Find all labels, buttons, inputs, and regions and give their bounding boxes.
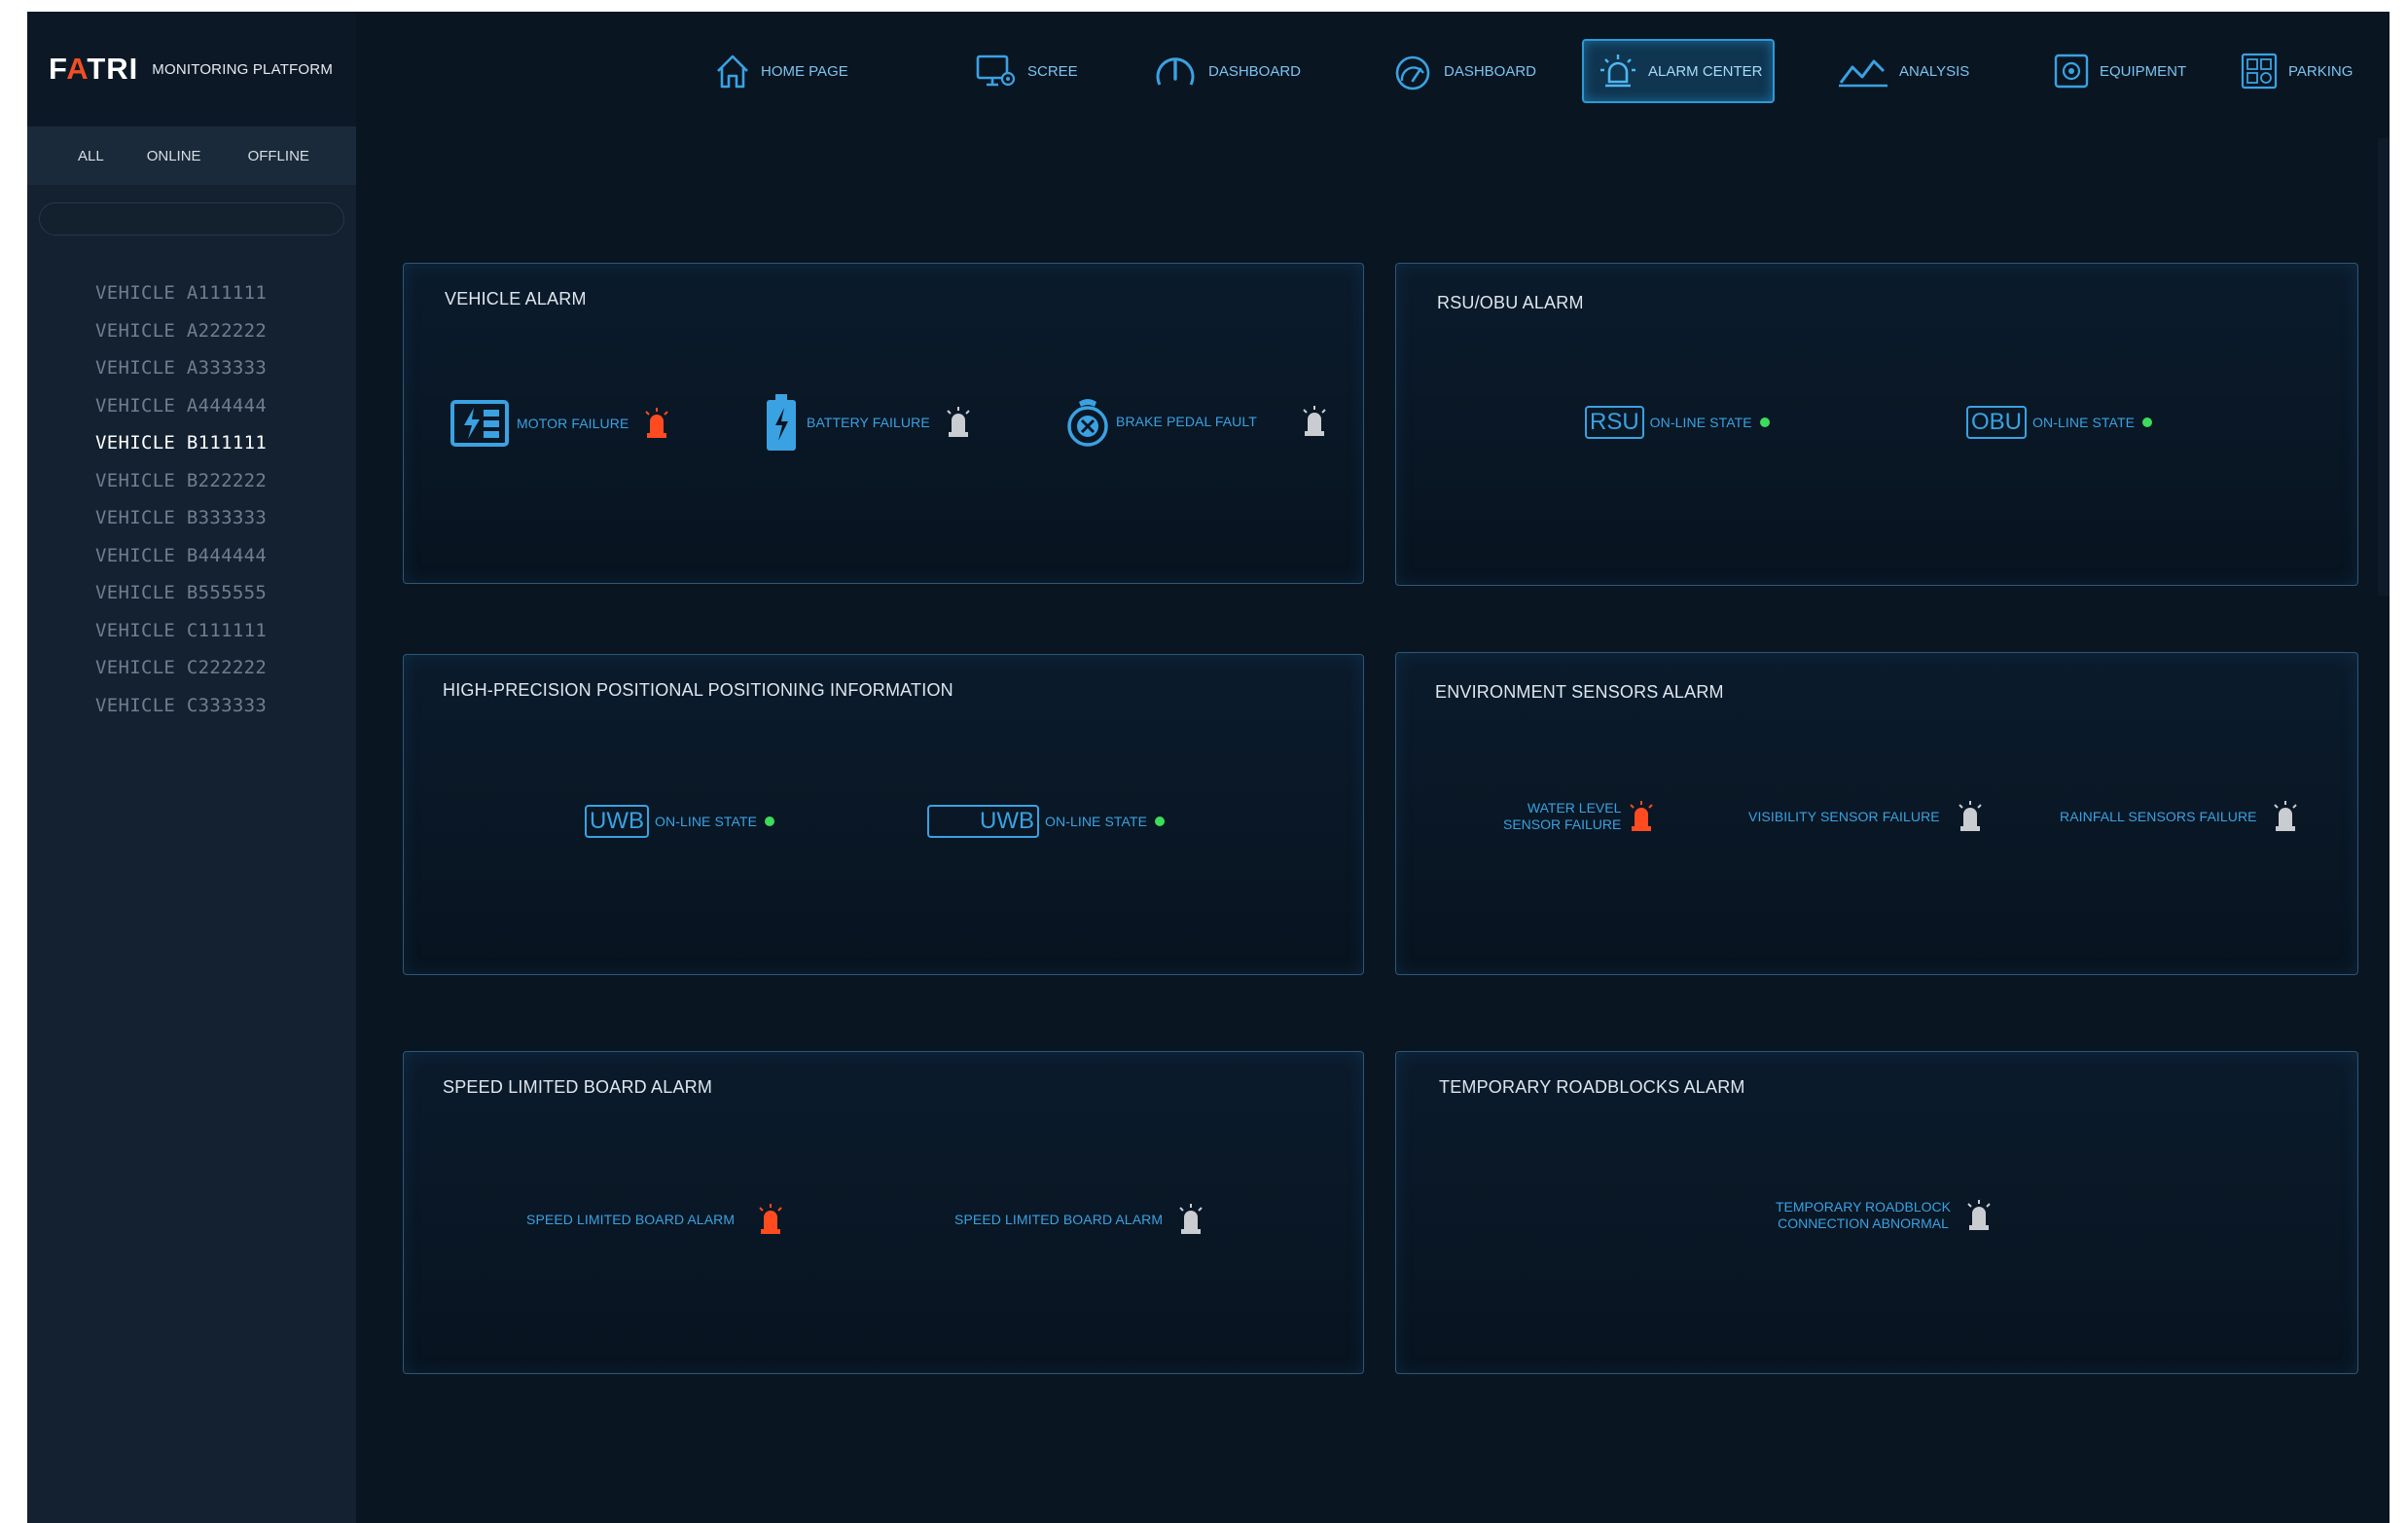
scrollbar[interactable]: [2378, 138, 2390, 596]
alarm-item-visibility: VISIBILITY SENSOR FAILURE: [1748, 799, 1985, 834]
app-window: FATRI MONITORING PLATFORM ALL ONLINE OFF…: [27, 12, 2390, 1523]
vehicle-list-item[interactable]: VEHICLE A222222: [95, 312, 267, 350]
vehicle-list-item[interactable]: VEHICLE A111111: [95, 274, 267, 312]
vehicle-list: VEHICLE A111111 VEHICLE A222222 VEHICLE …: [95, 274, 267, 724]
status-label: ON-LINE STATE: [1649, 415, 1752, 430]
alarm-label: RAINFALL SENSORS FAILURE: [2060, 809, 2257, 824]
alarm-label: TEMPORARY ROADBLOCK CONNECTION ABNORMAL: [1776, 1199, 1951, 1231]
brake-icon: [1067, 399, 1108, 447]
alarm-label: SPEED LIMITED BOARD ALARM: [526, 1212, 736, 1227]
rsu-obu-alarm-panel: RSU/OBU ALARM RSU ON-LINE STATE OBU ON-L…: [1395, 263, 2358, 586]
vehicle-list-item[interactable]: VEHICLE C222222: [95, 649, 267, 687]
top-navigation: HOME PAGE SCREE DASHBOARD DASHBOARD ALAR…: [356, 12, 2390, 127]
brand-header: FATRI MONITORING PLATFORM: [27, 12, 356, 127]
monitor-icon: [976, 54, 1016, 87]
environment-sensors-panel: ENVIRONMENT SENSORS ALARM WATER LEVEL SEN…: [1395, 652, 2358, 975]
nav-analysis[interactable]: ANALYSIS: [1837, 39, 1969, 103]
online-status-dot: [765, 816, 775, 826]
alarm-item-rainfall: RAINFALL SENSORS FAILURE: [2060, 799, 2300, 834]
nav-scree[interactable]: SCREE: [975, 39, 1078, 103]
temporary-roadblocks-panel: TEMPORARY ROADBLOCKS ALARM TEMPORARY ROA…: [1395, 1051, 2358, 1374]
vehicle-list-item[interactable]: VEHICLE C111111: [95, 612, 267, 650]
uwb-badge: UWB: [927, 805, 1039, 838]
positioning-info-panel: HIGH-PRECISION POSITIONAL POSITIONING IN…: [403, 654, 1364, 975]
vehicle-list-item[interactable]: VEHICLE A333333: [95, 349, 267, 387]
alarm-siren-idle-icon: [1967, 1200, 1991, 1230]
alarm-siren-idle-icon: [947, 407, 970, 437]
speed-limited-board-panel: SPEED LIMITED BOARD ALARM SPEED LIMITED …: [403, 1051, 1364, 1374]
speedometer-icon: [1395, 55, 1430, 91]
platform-name: MONITORING PLATFORM: [152, 60, 334, 78]
status-label: ON-LINE STATE: [1045, 814, 1148, 829]
online-status-dot: [1155, 816, 1166, 826]
vehicle-list-item[interactable]: VEHICLE B333333: [95, 499, 267, 537]
filter-tab-offline[interactable]: OFFLINE: [248, 148, 309, 164]
alarm-item-speed-board-2: SPEED LIMITED BOARD ALARM: [954, 1202, 1205, 1237]
alarm-item-water-level: WATER LEVEL SENSOR FAILURE: [1503, 799, 1656, 834]
alarm-label: WATER LEVEL SENSOR FAILURE: [1503, 800, 1622, 832]
filter-tab-online[interactable]: ONLINE: [147, 148, 201, 164]
motor-icon: [450, 400, 509, 447]
panel-title: SPEED LIMITED BOARD ALARM: [443, 1077, 713, 1097]
obu-badge: OBU: [1966, 406, 2028, 439]
alarm-item-roadblock: TEMPORARY ROADBLOCK CONNECTION ABNORMAL: [1776, 1198, 1994, 1233]
fatri-logo: FATRI: [49, 52, 139, 86]
vehicle-filter-tabs: ALL ONLINE OFFLINE: [27, 127, 356, 185]
nav-dashboard-gauge[interactable]: DASHBOARD: [1152, 39, 1301, 103]
alarm-siren-idle-icon: [1959, 801, 1982, 831]
vehicle-alarm-panel: VEHICLE ALARM MOTOR FAILURE BATTERY FAIL…: [403, 263, 1364, 584]
gauge-icon: [1156, 57, 1195, 86]
alarm-item-motor: MOTOR FAILURE: [450, 398, 671, 449]
nav-equipment[interactable]: EQUIPMENT: [2053, 39, 2186, 103]
panel-title: ENVIRONMENT SENSORS ALARM: [1435, 682, 1724, 702]
status-item-uwb-2: UWB ON-LINE STATE: [927, 805, 1166, 838]
nav-dashboard-speed[interactable]: DASHBOARD: [1391, 39, 1536, 103]
rsu-badge: RSU: [1585, 406, 1644, 439]
status-label: ON-LINE STATE: [655, 814, 758, 829]
vehicle-list-item[interactable]: VEHICLE B444444: [95, 537, 267, 575]
panel-title: VEHICLE ALARM: [445, 289, 587, 308]
sidebar: FATRI MONITORING PLATFORM ALL ONLINE OFF…: [27, 12, 356, 1523]
alarm-siren-active-icon: [645, 408, 669, 438]
nav-alarm-center[interactable]: ALARM CENTER: [1582, 39, 1775, 103]
filter-tab-all[interactable]: ALL: [78, 148, 104, 164]
line-chart-icon: [1839, 59, 1887, 88]
status-item-uwb-1: UWB ON-LINE STATE: [585, 805, 775, 838]
equipment-gear-icon: [2054, 54, 2089, 89]
status-label: ON-LINE STATE: [2032, 415, 2136, 430]
vehicle-list-item[interactable]: VEHICLE B555555: [95, 574, 267, 612]
panel-title: TEMPORARY ROADBLOCKS ALARM: [1439, 1077, 1745, 1097]
status-item-obu: OBU ON-LINE STATE: [1966, 406, 2153, 439]
status-item-rsu: RSU ON-LINE STATE: [1585, 406, 1770, 439]
alarm-siren-active-icon: [1630, 801, 1654, 831]
home-icon: [717, 54, 748, 89]
alarm-item-battery: BATTERY FAILURE: [764, 392, 973, 453]
parking-grid-icon: [2241, 53, 2278, 90]
alarm-label: SPEED LIMITED BOARD ALARM: [954, 1212, 1164, 1227]
online-status-dot: [2142, 417, 2153, 427]
alarm-label: VISIBILITY SENSOR FAILURE: [1748, 809, 1940, 824]
alarm-label: BATTERY FAILURE: [807, 415, 930, 430]
alarm-siren-idle-icon: [1179, 1204, 1203, 1234]
vehicle-list-item-selected[interactable]: VEHICLE B111111: [95, 424, 267, 462]
online-status-dot: [1759, 417, 1770, 427]
alarm-item-speed-board-1: SPEED LIMITED BOARD ALARM: [526, 1202, 785, 1237]
vehicle-list-item[interactable]: VEHICLE B222222: [95, 462, 267, 500]
alarm-siren-idle-icon: [1303, 406, 1326, 436]
vehicle-list-item[interactable]: VEHICLE A444444: [95, 387, 267, 425]
panel-title: HIGH-PRECISION POSITIONAL POSITIONING IN…: [443, 680, 953, 700]
alarm-item-brake: BRAKE PEDAL FAULT: [1065, 394, 1329, 449]
vehicle-list-item[interactable]: VEHICLE C333333: [95, 687, 267, 725]
alarm-siren-active-icon: [759, 1204, 782, 1234]
battery-icon: [767, 394, 796, 451]
nav-parking[interactable]: PARKING: [2240, 39, 2353, 103]
panel-title: RSU/OBU ALARM: [1437, 293, 1584, 312]
alarm-siren-icon: [1600, 54, 1635, 88]
alarm-label: BRAKE PEDAL FAULT: [1116, 414, 1257, 429]
alarm-siren-idle-icon: [2273, 801, 2297, 831]
nav-home-page[interactable]: HOME PAGE: [714, 39, 848, 103]
vehicle-search-input[interactable]: [39, 202, 344, 236]
uwb-badge: UWB: [585, 805, 649, 838]
alarm-label: MOTOR FAILURE: [517, 416, 629, 431]
